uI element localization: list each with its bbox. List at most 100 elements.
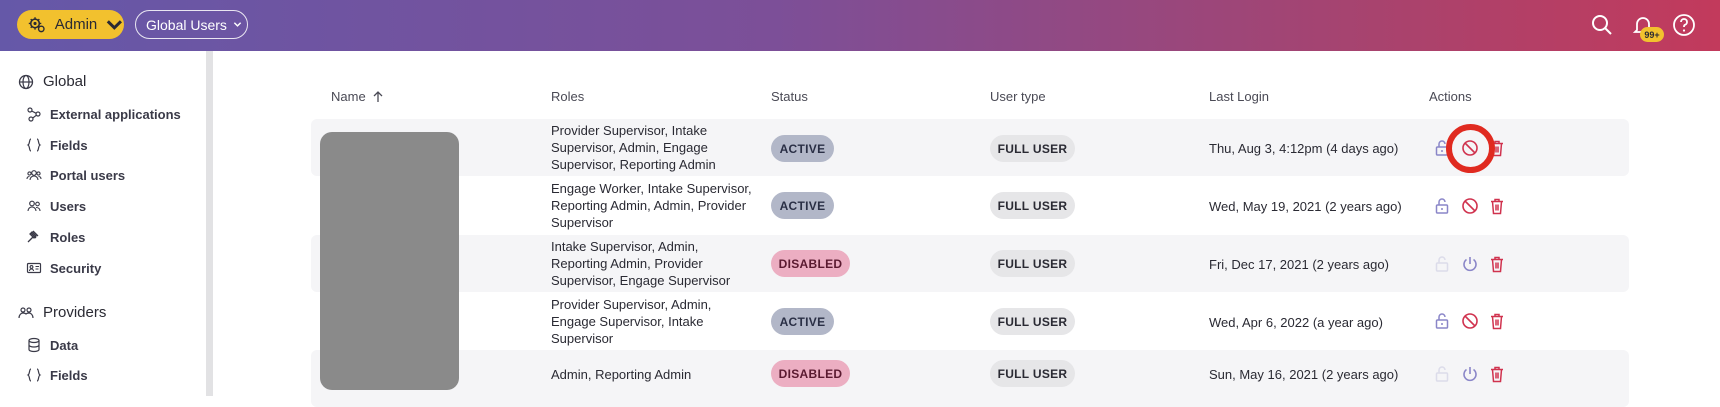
column-header-last-login[interactable]: Last Login xyxy=(1209,89,1269,104)
sidebar-item-label: Fields xyxy=(50,367,88,383)
unlock-icon xyxy=(1435,256,1449,272)
gears-icon xyxy=(28,16,45,32)
column-header-status[interactable]: Status xyxy=(771,89,808,104)
sidebar-item-provider-fields[interactable]: Fields xyxy=(26,367,88,383)
braces-icon xyxy=(26,368,42,382)
roles-line: Supervisor xyxy=(551,331,614,346)
providers-icon xyxy=(18,306,34,318)
roles-line: Engage Worker, Intake Supervisor, xyxy=(551,181,752,196)
trash-icon[interactable] xyxy=(1488,365,1506,383)
sidebar-item-security[interactable]: Security xyxy=(26,260,101,276)
sidebar-item-label: External applications xyxy=(50,106,181,122)
roles-cell: Admin, Reporting Admin xyxy=(551,366,691,383)
sidebar-item-label: Fields xyxy=(50,137,88,153)
sidebar-item-external-applications[interactable]: External applications xyxy=(26,106,181,122)
sidebar-item-label: Users xyxy=(50,198,87,214)
roles-line: Reporting Admin, Provider xyxy=(551,256,703,271)
help-icon[interactable] xyxy=(1672,13,1696,37)
table-row[interactable] xyxy=(311,350,1629,407)
power-icon[interactable] xyxy=(1461,255,1479,273)
roles-line: Supervisor, Reporting Admin xyxy=(551,157,716,172)
roles-line: Provider Supervisor, Intake xyxy=(551,123,708,138)
sidebar-item-fields[interactable]: Fields xyxy=(26,137,88,153)
status-badge: DISABLED xyxy=(771,360,850,387)
sidebar-item-roles[interactable]: Roles xyxy=(26,229,85,245)
roles-cell: Provider Supervisor, Intake Supervisor, … xyxy=(551,122,716,173)
sidebar-heading-label: Providers xyxy=(43,304,107,321)
roles-line: Supervisor xyxy=(551,215,614,230)
last-login-cell: Fri, Dec 17, 2021 (2 years ago) xyxy=(1209,257,1389,272)
scope-label: Global Users xyxy=(146,16,227,33)
admin-label: Admin xyxy=(54,16,98,33)
database-icon xyxy=(28,337,40,353)
disable-user-icon[interactable] xyxy=(1461,312,1479,330)
gavel-icon xyxy=(27,230,39,243)
table-row[interactable] xyxy=(311,177,1629,234)
roles-line: Supervisor, Engage Supervisor xyxy=(551,273,731,288)
sidebar-scrollbar[interactable] xyxy=(206,51,213,396)
braces-icon xyxy=(26,138,42,152)
globe-icon xyxy=(18,74,34,89)
status-badge: ACTIVE xyxy=(771,135,834,162)
last-login-cell: Sun, May 16, 2021 (2 years ago) xyxy=(1209,367,1399,382)
column-header-name[interactable]: Name xyxy=(331,89,384,104)
column-header-user-type[interactable]: User type xyxy=(990,89,1046,104)
id-card-icon xyxy=(26,262,42,274)
sidebar-item-label: Data xyxy=(50,337,79,353)
chevron-down-icon xyxy=(107,19,123,30)
roles-cell: Intake Supervisor, Admin, Reporting Admi… xyxy=(551,238,730,289)
table-row[interactable] xyxy=(311,293,1629,350)
roles-line: Provider Supervisor, Admin, xyxy=(551,297,712,312)
status-badge: DISABLED xyxy=(771,250,850,277)
unlock-icon[interactable] xyxy=(1433,312,1451,330)
user-type-badge: FULL USER xyxy=(990,135,1075,162)
arrow-up-icon xyxy=(373,90,383,102)
click-highlight-ring xyxy=(1446,124,1495,173)
roles-cell: Provider Supervisor, Admin, Engage Super… xyxy=(551,296,711,347)
column-header-roles[interactable]: Roles xyxy=(551,89,584,104)
sidebar-item-label: Security xyxy=(50,260,102,276)
roles-line: Engage Supervisor, Intake xyxy=(551,314,704,329)
sidebar-item-label: Portal users xyxy=(50,167,126,183)
user-type-badge: FULL USER xyxy=(990,360,1075,387)
unlock-icon[interactable] xyxy=(1433,197,1451,215)
sidebar-item-users[interactable]: Users xyxy=(26,198,86,214)
sidebar-item-portal-users[interactable]: Portal users xyxy=(26,167,125,183)
top-bar: Admin Global Users 99+ xyxy=(0,0,1720,51)
user-type-badge: FULL USER xyxy=(990,250,1075,277)
status-badge: ACTIVE xyxy=(771,308,834,335)
notification-badge: 99+ xyxy=(1640,27,1664,42)
sidebar-heading-providers[interactable]: Providers xyxy=(18,304,106,321)
users-icon xyxy=(27,200,41,212)
last-login-cell: Wed, May 19, 2021 (2 years ago) xyxy=(1209,199,1402,214)
roles-line: Admin, Reporting Admin xyxy=(551,367,692,382)
trash-icon[interactable] xyxy=(1488,312,1506,330)
roles-line: Supervisor, Admin, Engage xyxy=(551,140,708,155)
trash-icon[interactable] xyxy=(1488,255,1506,273)
roles-line: Intake Supervisor, Admin, xyxy=(551,239,699,254)
user-type-badge: FULL USER xyxy=(990,308,1075,335)
sidebar-item-data[interactable]: Data xyxy=(26,337,78,353)
power-icon[interactable] xyxy=(1461,365,1479,383)
users-group-icon xyxy=(26,170,42,181)
last-login-cell: Wed, Apr 6, 2022 (a year ago) xyxy=(1209,315,1383,330)
sidebar-heading-label: Global xyxy=(43,73,87,90)
trash-icon[interactable] xyxy=(1488,197,1506,215)
disable-user-icon[interactable] xyxy=(1461,197,1479,215)
scope-menu-button[interactable]: Global Users xyxy=(135,10,248,39)
last-login-cell: Thu, Aug 3, 4:12pm (4 days ago) xyxy=(1209,141,1399,156)
user-type-badge: FULL USER xyxy=(990,192,1075,219)
sidebar-item-label: Roles xyxy=(50,229,86,245)
roles-cell: Engage Worker, Intake Supervisor, Report… xyxy=(551,180,752,231)
sidebar-heading-global[interactable]: Global xyxy=(18,73,86,90)
admin-menu-button[interactable]: Admin xyxy=(17,10,124,39)
search-icon[interactable] xyxy=(1590,13,1614,37)
table-row[interactable] xyxy=(311,119,1629,176)
chevron-down-icon xyxy=(233,22,242,27)
share-nodes-icon xyxy=(27,107,41,122)
status-badge: ACTIVE xyxy=(771,192,834,219)
column-header-actions: Actions xyxy=(1429,89,1472,104)
roles-line: Reporting Admin, Admin, Provider xyxy=(551,198,747,213)
column-header-label: Name xyxy=(331,89,366,104)
table-row[interactable] xyxy=(311,235,1629,292)
